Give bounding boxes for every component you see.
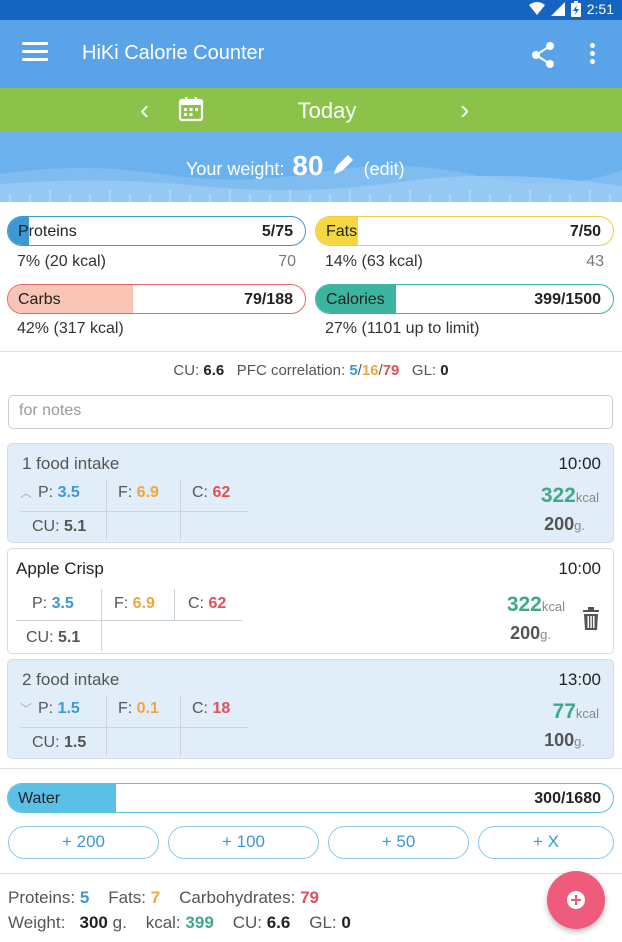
carbs-label: Carbs	[18, 291, 61, 308]
menu-icon[interactable]	[22, 42, 48, 64]
food-item-kcal: 322kcal	[506, 593, 565, 616]
plus-icon	[567, 891, 585, 909]
fats-progress-bar: Fats 7/50	[315, 216, 614, 246]
date-label: Today	[297, 98, 357, 123]
fats-label: Fats	[326, 223, 358, 240]
add-200-water-button[interactable]: + 200	[8, 826, 159, 859]
app-bar: HiKi Calorie Counter	[0, 20, 622, 88]
carbs-value: 79/188	[244, 291, 293, 308]
daily-totals-line-1: Proteins: 5 Fats: 7 Carbohydrates: 79	[8, 888, 319, 907]
food-intake-card[interactable]: 2 food intake 13:00 ﹀ P: 1.5 F: 0.1 C: 1…	[7, 659, 614, 759]
cu-pfc-summary: CU: 6.6 PFC correlation: 5/16/79 GL: 0	[173, 362, 449, 379]
intake-protein: P: 3.5	[38, 484, 80, 501]
food-item-protein: P: 3.5	[32, 595, 74, 612]
intake-time: 13:00	[558, 670, 601, 689]
battery-icon	[570, 1, 581, 17]
intake-cu: CU: 1.5	[32, 734, 87, 751]
calendar-icon[interactable]	[178, 96, 204, 122]
carbs-percent: 42% (317 kcal)	[17, 320, 124, 337]
food-item-weight: 200g.	[510, 623, 551, 643]
share-icon[interactable]	[528, 40, 558, 70]
add-food-fab-button[interactable]	[547, 871, 605, 929]
intake-kcal: 77kcal	[552, 700, 599, 723]
proteins-label: Proteins	[18, 223, 77, 240]
next-day-chevron-icon[interactable]: ›	[460, 94, 469, 126]
proteins-value: 5/75	[261, 223, 293, 240]
intake-fat: F: 6.9	[118, 484, 159, 501]
weight-value: 80	[292, 150, 324, 181]
wifi-icon	[528, 2, 545, 15]
prev-day-chevron-icon[interactable]: ‹	[140, 94, 149, 126]
intake-kcal: 322kcal	[540, 484, 599, 507]
intake-carb: C: 18	[192, 700, 231, 717]
more-options-icon[interactable]	[582, 40, 602, 70]
intake-time: 10:00	[558, 454, 601, 473]
intake-carb: C: 62	[192, 484, 231, 501]
proteins-progress-bar: Proteins 5/75	[7, 216, 306, 246]
trash-icon[interactable]	[581, 607, 601, 631]
water-progress-bar: Water 300/1680	[7, 783, 614, 813]
status-bar: 2:51	[0, 0, 622, 20]
fats-percent: 14% (63 kcal)	[325, 253, 423, 270]
status-time: 2:51	[586, 1, 614, 17]
intake-weight: 200g.	[544, 514, 585, 534]
intake-weight: 100g.	[544, 730, 585, 750]
pencil-icon[interactable]	[332, 153, 356, 175]
food-item-name: Apple Crisp	[16, 559, 104, 578]
daily-totals-line-2: Weight: 300 g. kcal: 399 CU: 6.6 GL: 0	[8, 913, 351, 932]
fats-value: 7/50	[569, 223, 601, 240]
weight-label: Your weight:	[186, 159, 285, 179]
app-title: HiKi Calorie Counter	[82, 42, 265, 64]
water-label: Water	[18, 790, 61, 807]
proteins-remaining: 70	[278, 253, 296, 270]
add-100-water-button[interactable]: + 100	[168, 826, 319, 859]
intake-cu: CU: 5.1	[32, 518, 87, 535]
food-item-cu: CU: 5.1	[26, 629, 81, 646]
add-50-water-button[interactable]: + 50	[328, 826, 469, 859]
intake-name: 1 food intake	[22, 454, 120, 473]
intake-protein: P: 1.5	[38, 700, 80, 717]
expand-chevron-icon[interactable]: ﹀	[20, 700, 32, 717]
add-custom-water-button[interactable]: + X	[478, 826, 614, 859]
signal-icon	[550, 2, 565, 16]
calories-label: Calories	[326, 291, 385, 308]
food-item-card[interactable]: Apple Crisp 10:00 P: 3.5 F: 6.9 C: 62 CU…	[7, 548, 614, 654]
calories-percent: 27% (1101 up to limit)	[325, 320, 480, 337]
collapse-chevron-icon[interactable]: ︿	[20, 484, 32, 501]
macros-panel: Proteins 5/75 7% (20 kcal) 70 Fats 7/50 …	[0, 202, 622, 352]
date-bar: Today ‹ ›	[0, 88, 622, 132]
proteins-percent: 7% (20 kcal)	[17, 253, 106, 270]
calories-progress-bar: Calories 399/1500	[315, 284, 614, 314]
food-intake-card[interactable]: 1 food intake 10:00 ︿ P: 3.5 F: 6.9 C: 6…	[7, 443, 614, 543]
water-value: 300/1680	[534, 790, 601, 807]
intake-name: 2 food intake	[22, 670, 120, 689]
food-item-carb: C: 62	[188, 595, 227, 612]
notes-input[interactable]: for notes	[8, 395, 613, 429]
food-item-time: 10:00	[558, 559, 601, 578]
carbs-progress-bar: Carbs 79/188	[7, 284, 306, 314]
calories-value: 399/1500	[534, 291, 601, 308]
edit-weight-link[interactable]: (edit)	[364, 159, 405, 180]
fats-remaining: 43	[586, 253, 604, 270]
intake-fat: F: 0.1	[118, 700, 159, 717]
weight-banner: Your weight: 80 (edit)	[0, 132, 622, 202]
food-item-fat: F: 6.9	[114, 595, 155, 612]
